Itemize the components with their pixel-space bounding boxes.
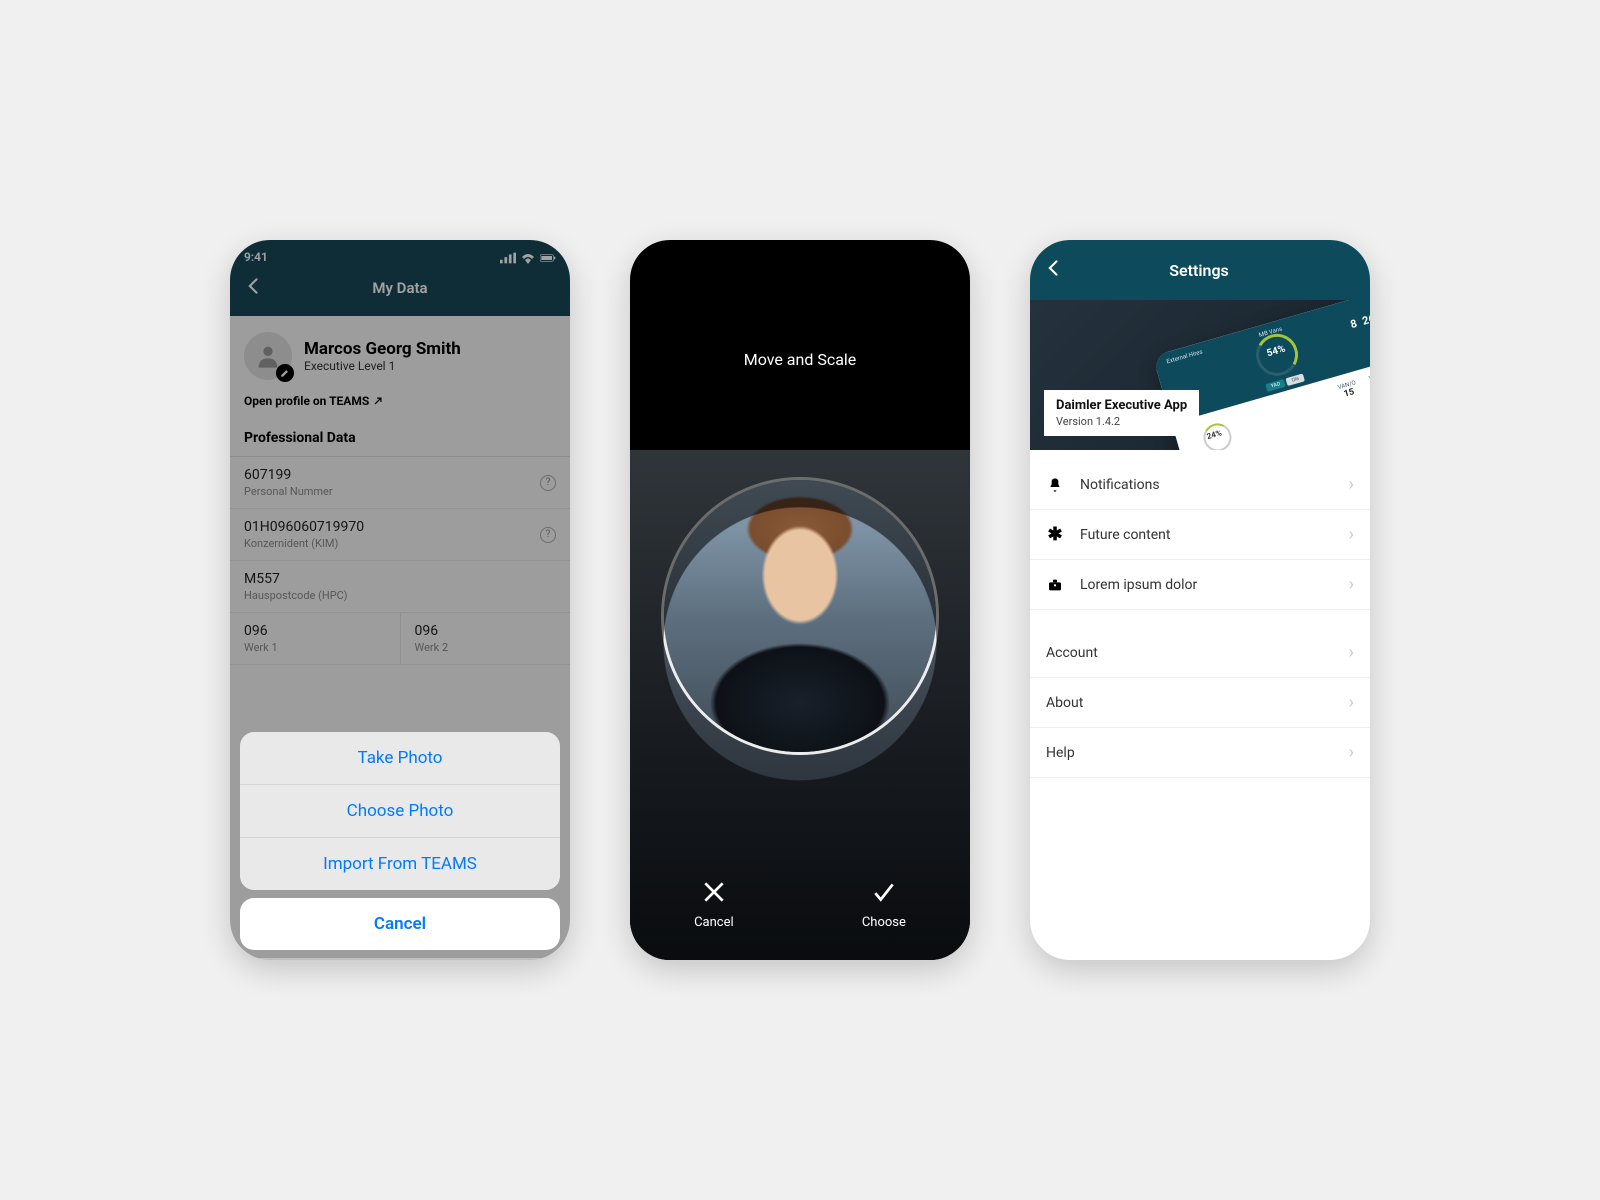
settings-list: Notifications › ✱ Future content › Lorem… (1030, 450, 1370, 778)
chevron-right-icon: › (1349, 642, 1354, 663)
cancel-button[interactable]: Cancel (694, 879, 734, 930)
item-label: Notifications (1080, 477, 1333, 493)
screen-move-scale: Move and Scale Cancel Choose (630, 240, 970, 960)
choose-button[interactable]: Choose (862, 879, 906, 930)
import-teams-button[interactable]: Import From TEAMS (240, 838, 560, 890)
header: Settings (1030, 240, 1370, 300)
briefcase-icon (1046, 577, 1064, 593)
cancel-button[interactable]: Cancel (240, 898, 560, 950)
app-version: Version 1.4.2 (1056, 415, 1187, 428)
bell-icon (1046, 477, 1064, 493)
page-title: Settings (1042, 261, 1356, 280)
photo-action-sheet: Take Photo Choose Photo Import From TEAM… (240, 732, 560, 950)
app-name: Daimler Executive App (1056, 398, 1187, 413)
settings-item-account[interactable]: Account › (1030, 628, 1370, 678)
choose-label: Choose (862, 915, 906, 930)
chevron-right-icon: › (1349, 742, 1354, 763)
chevron-right-icon: › (1349, 692, 1354, 713)
item-label: Lorem ipsum dolor (1080, 577, 1333, 593)
settings-item-future[interactable]: ✱ Future content › (1030, 510, 1370, 560)
app-version-card: Daimler Executive App Version 1.4.2 (1044, 390, 1199, 436)
item-label: Account (1046, 645, 1333, 661)
settings-item-help[interactable]: Help › (1030, 728, 1370, 778)
page-title: Move and Scale (630, 240, 970, 369)
hero-banner: External Hires MB Vans 54% 8 26 YAO Ola … (1030, 300, 1370, 450)
settings-item-notifications[interactable]: Notifications › (1030, 460, 1370, 510)
screen-settings: Settings External Hires MB Vans 54% 8 26… (1030, 240, 1370, 960)
take-photo-button[interactable]: Take Photo (240, 732, 560, 785)
item-label: Help (1046, 745, 1333, 761)
settings-item-about[interactable]: About › (1030, 678, 1370, 728)
chevron-right-icon: › (1349, 524, 1354, 545)
choose-photo-button[interactable]: Choose Photo (240, 785, 560, 838)
item-label: Future content (1080, 527, 1333, 543)
chevron-right-icon: › (1349, 574, 1354, 595)
asterisk-icon: ✱ (1046, 524, 1064, 545)
close-icon (701, 879, 727, 905)
screen-my-data: 9:41 My Data (230, 240, 570, 960)
settings-item-lorem[interactable]: Lorem ipsum dolor › (1030, 560, 1370, 610)
check-icon (871, 879, 897, 905)
chevron-right-icon: › (1349, 474, 1354, 495)
item-label: About (1046, 695, 1333, 711)
cancel-label: Cancel (694, 915, 734, 930)
